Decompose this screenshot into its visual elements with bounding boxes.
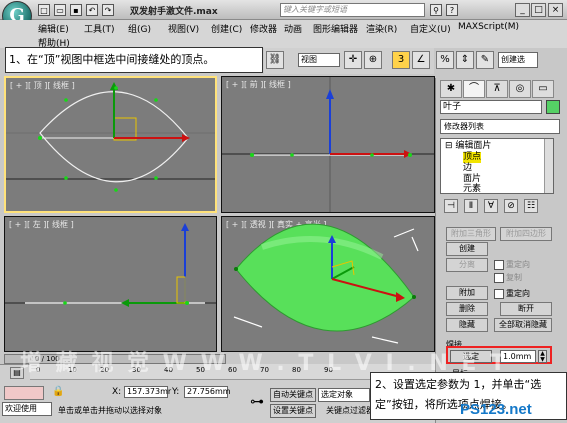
stack-item-edit-patch[interactable]: ⊟ 编辑面片	[445, 141, 491, 152]
add-tri-button[interactable]: 附加三角形	[446, 227, 496, 241]
menu-group[interactable]: 组(G)	[128, 22, 151, 35]
maximize-button[interactable]: □	[531, 3, 546, 17]
maxscript-listener-field[interactable]	[4, 386, 44, 400]
edit-named-selection-icon[interactable]: ✎	[476, 51, 494, 69]
modify-tab-icon[interactable]: ⌒	[463, 80, 485, 98]
stack-item-edge[interactable]: 边	[463, 163, 472, 174]
stack-scrollbar[interactable]	[544, 139, 553, 193]
status-prompt: 单击或单击并拖动以选择对象	[58, 406, 162, 415]
delete-button[interactable]: 删除	[446, 302, 488, 316]
snap-toggle-button[interactable]: 3	[392, 51, 410, 69]
create-tab-icon[interactable]: ✱	[440, 80, 462, 98]
auto-key-button[interactable]: 自动关键点	[270, 388, 316, 402]
menu-rendering[interactable]: 渲染(R)	[366, 22, 397, 35]
viewport-top[interactable]: [ + ][ 顶 ][ 线框 ]	[4, 76, 217, 213]
x-coordinate-field[interactable]: 157.373mr	[124, 386, 171, 398]
open-file-icon[interactable]: ▭	[54, 4, 66, 16]
top-view-wireframe	[6, 82, 215, 192]
viewport-perspective[interactable]: [ + ][ 透视 ][ 真实 + 高光 ]	[221, 216, 435, 352]
weld-threshold-spinner[interactable]: ▲ ▼	[538, 350, 547, 363]
stack-item-vertex[interactable]: 顶点	[463, 152, 482, 163]
help-icon[interactable]: ?	[446, 4, 458, 16]
minimize-button[interactable]: _	[515, 3, 530, 17]
menu-customize[interactable]: 自定义(U)	[410, 22, 451, 35]
menu-animation[interactable]: 动画	[284, 22, 302, 35]
new-file-icon[interactable]: □	[38, 4, 50, 16]
motion-tab-icon[interactable]: ◎	[509, 80, 531, 98]
hide-button[interactable]: 隐藏	[446, 318, 488, 332]
configure-modifier-sets-icon[interactable]: ☷	[524, 199, 538, 213]
key-mode-dropdown[interactable]: 选定对象	[318, 388, 370, 402]
select-manipulate-icon[interactable]: ⊕	[364, 51, 382, 69]
search-icon[interactable]: ⚲	[430, 4, 442, 16]
detach-button[interactable]: 分离	[446, 258, 488, 272]
x-label: X:	[112, 387, 122, 397]
perspective-leaf-shaded	[233, 223, 419, 344]
lock-selection-icon[interactable]: 🔒	[52, 386, 64, 397]
ps123-watermark: PS123.net	[460, 401, 532, 418]
reorient-checkbox[interactable]: 重定向	[494, 259, 530, 270]
viewport-front[interactable]: [ + ][ 前 ][ 线框 ]	[221, 76, 435, 213]
reorient-attach-checkbox[interactable]: 重定向	[494, 288, 530, 299]
hierarchy-tab-icon[interactable]: ⊼	[486, 80, 508, 98]
make-unique-icon[interactable]: ∀	[484, 199, 498, 213]
display-tab-icon[interactable]: ▭	[532, 80, 554, 98]
undo-icon[interactable]: ↶	[86, 4, 98, 16]
front-view-wireframe	[222, 77, 434, 212]
remove-modifier-icon[interactable]: ⊘	[504, 199, 518, 213]
copy-checkbox[interactable]: 复制	[494, 272, 522, 283]
object-color-swatch[interactable]	[546, 100, 560, 114]
spinner-snap-icon[interactable]: ⇕	[456, 51, 474, 69]
window-title: 双发射手激文件.max	[130, 7, 218, 17]
menu-modifiers[interactable]: 修改器	[250, 22, 277, 35]
stack-item-element[interactable]: 元素	[463, 184, 481, 195]
menu-tools[interactable]: 工具(T)	[84, 22, 115, 35]
menu-graph-editors[interactable]: 图形编辑器	[313, 22, 358, 35]
viewport-left[interactable]: [ + ][ 左 ][ 线框 ]	[4, 216, 217, 352]
select-link-icon[interactable]: ⛓	[266, 51, 284, 69]
reference-coordinate-dropdown[interactable]: 视图	[298, 53, 340, 67]
save-icon[interactable]: ▪	[70, 4, 82, 16]
modifier-list-dropdown[interactable]: 修改器列表	[440, 119, 560, 134]
create-button[interactable]: 创建	[446, 242, 488, 256]
object-name-field[interactable]: 叶子	[440, 100, 542, 114]
angle-snap-icon[interactable]: ∠	[412, 51, 430, 69]
close-button[interactable]: ×	[548, 3, 563, 17]
add-quad-button[interactable]: 附加四边形	[500, 227, 552, 241]
menu-maxscript[interactable]: MAXScript(M)	[458, 22, 519, 32]
welcome-field: 欢迎使用	[2, 402, 52, 416]
instruction-note-1: 1、在“顶”视图中框选中间接缝处的顶点。	[5, 47, 263, 73]
break-button[interactable]: 断开	[500, 302, 552, 316]
y-coordinate-field[interactable]: 27.756mm	[184, 386, 231, 398]
redo-icon[interactable]: ↷	[102, 4, 114, 16]
show-end-result-icon[interactable]: Ⅱ	[464, 199, 478, 213]
menu-view[interactable]: 视图(V)	[168, 22, 199, 35]
pin-stack-icon[interactable]: ⊣	[444, 199, 458, 213]
search-input[interactable]: 键入关键字或短语	[280, 3, 425, 17]
menu-edit[interactable]: 编辑(E)	[38, 22, 69, 35]
percent-snap-icon[interactable]: %	[436, 51, 454, 69]
set-key-button[interactable]: 设置关键点	[270, 404, 316, 418]
named-selection-set-field[interactable]: 创建选	[498, 52, 538, 68]
pivot-icon[interactable]: ✛	[344, 51, 362, 69]
key-icon[interactable]: ⊶	[250, 394, 264, 410]
menu-create[interactable]: 创建(C)	[211, 22, 242, 35]
unhide-all-button[interactable]: 全部取消隐藏	[494, 318, 552, 332]
left-view-wireframe	[5, 223, 216, 307]
attach-button[interactable]: 附加	[446, 286, 488, 300]
modifier-stack: ⊟ 编辑面片 顶点 边 面片 元素	[440, 138, 554, 194]
y-label: Y:	[172, 387, 180, 397]
